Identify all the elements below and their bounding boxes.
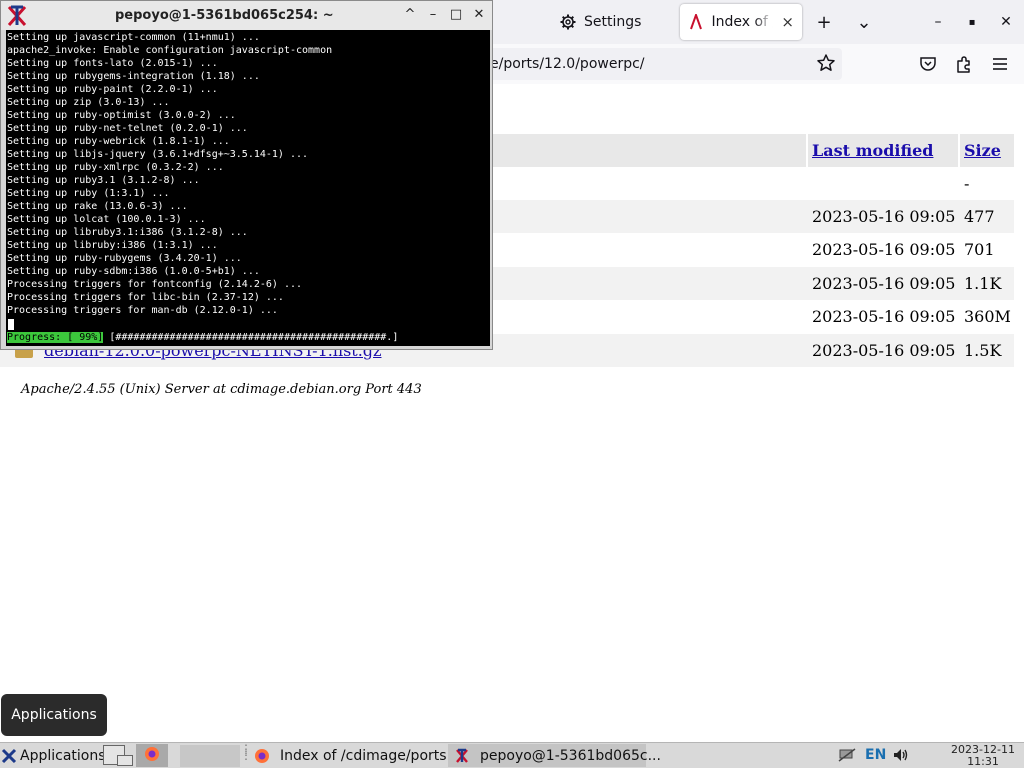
tab-settings-label: Settings (584, 14, 642, 30)
terminal-cursor (8, 319, 14, 330)
terminal-shade-button[interactable]: ^ (403, 7, 417, 23)
xterm-logo-icon (454, 748, 470, 764)
xterm-logo-icon[interactable] (5, 4, 29, 28)
terminal-output: Setting up javascript-common (11+nmu1) .… (7, 31, 332, 317)
window-maximize-button[interactable]: ▪ (960, 10, 984, 34)
menu-icon[interactable] (990, 54, 1010, 74)
row-modified: 2023-05-16 09:05 (812, 307, 956, 326)
terminal-line: Setting up javascript-common (11+nmu1) .… (7, 32, 260, 43)
task-browser-label: Index of /cdimage/ports... (280, 747, 460, 764)
xfce-logo-icon (1, 748, 17, 764)
apt-progress-line: Progress: [ 99%] [######################… (7, 331, 398, 344)
terminal-close-button[interactable]: ✕ (472, 7, 486, 23)
row-size: 1.5K (964, 341, 1002, 360)
sort-size-link[interactable]: Size (964, 141, 1001, 160)
workspace-2[interactable] (117, 755, 133, 766)
firefox-icon (254, 748, 270, 764)
terminal-screen[interactable]: Setting up javascript-common (11+nmu1) .… (6, 30, 490, 346)
tab-active-label: Index of /cdimage/ports/12.0/powerpc/ (711, 14, 773, 30)
terminal-minimize-button[interactable]: – (426, 7, 440, 23)
url-text[interactable]: e/ports/12.0/powerpc/ (490, 56, 645, 72)
terminal-line: Setting up ruby (1:3.1) ... (7, 188, 170, 199)
window-minimize-button[interactable]: – (926, 10, 950, 34)
terminal-line: apache2_invoke: Enable configuration jav… (7, 45, 333, 56)
terminal-line: Setting up ruby-optimist (3.0.0-2) ... (7, 110, 236, 121)
row-modified: 2023-05-16 09:05 (812, 240, 956, 259)
row-size: - (964, 174, 970, 193)
extensions-icon[interactable] (954, 54, 974, 74)
url-bar[interactable]: e/ports/12.0/powerpc/ (440, 48, 842, 80)
terminal-line: Setting up libruby3.1:i386 (3.1.2-8) ... (7, 227, 248, 238)
network-icon[interactable] (838, 747, 856, 767)
terminal-maximize-button[interactable]: □ (449, 7, 463, 23)
server-signature: Apache/2.4.55 (Unix) Server at cdimage.d… (21, 382, 422, 397)
terminal-title: pepoyo@1-5361bd065c254: ~ (115, 8, 334, 23)
pocket-icon[interactable] (918, 54, 938, 74)
bookmark-star-icon[interactable] (816, 53, 836, 73)
terminal-line: Setting up lolcat (100.0.1-3) ... (7, 214, 206, 225)
terminal-line: Setting up libruby:i386 (1:3.1) ... (7, 240, 218, 251)
applications-menu-button[interactable]: Applications (1, 744, 106, 767)
taskbar: Applications ⋮ ⋮ Index of /cdimage/ports.… (0, 742, 1024, 768)
applications-label: Applications (20, 747, 106, 764)
terminal-line: Setting up libjs-jquery (3.6.1+dfsg+~3.5… (7, 149, 309, 160)
row-modified: 2023-05-16 09:05 (812, 207, 956, 226)
list-tabs-button[interactable]: ⌄ (852, 10, 876, 34)
task-terminal[interactable]: pepoyo@1-5361bd065c... (448, 744, 661, 767)
gear-icon (560, 14, 576, 30)
terminal-line: Setting up ruby-paint (2.2.0-1) ... (7, 84, 218, 95)
window-close-button[interactable]: ✕ (994, 10, 1018, 34)
terminal-line: Setting up ruby-sdbm:i386 (1.0.0-5+b1) .… (7, 266, 260, 277)
terminal-line: Setting up zip (3.0-13) ... (7, 97, 170, 108)
tab-close-icon[interactable]: × (781, 13, 794, 31)
terminal-line: Setting up ruby-rubygems (3.4.20-1) ... (7, 253, 242, 264)
terminal-line: Processing triggers for fontconfig (2.14… (7, 279, 303, 290)
tab-active[interactable]: Index of /cdimage/ports/12.0/powerpc/ × (680, 4, 802, 40)
row-size: 477 (964, 207, 995, 226)
terminal-line: Setting up ruby-xmlrpc (0.3.2-2) ... (7, 162, 224, 173)
debian-favicon-icon (688, 14, 703, 30)
terminal-titlebar[interactable]: pepoyo@1-5361bd065c254: ~ ^ – □ ✕ (1, 1, 492, 30)
terminal-line: Setting up rake (13.0.6-3) ... (7, 201, 188, 212)
row-size: 1.1K (964, 274, 1002, 293)
terminal-line: Setting up ruby-net-telnet (0.2.0-1) ... (7, 123, 248, 134)
drag-handle[interactable]: ⋮ ⋮ (240, 743, 252, 766)
clock[interactable]: 2023-12-11 11:31 (944, 744, 1022, 768)
row-size: 360M (964, 307, 1011, 326)
tab-settings[interactable]: Settings (552, 4, 670, 40)
header-size[interactable]: Size (964, 141, 1001, 160)
terminal-window[interactable]: pepoyo@1-5361bd065c254: ~ ^ – □ ✕ Settin… (0, 0, 493, 350)
task-terminal-label: pepoyo@1-5361bd065c... (480, 747, 661, 764)
sort-last-modified-link[interactable]: Last modified (812, 141, 933, 160)
volume-icon[interactable] (892, 747, 910, 767)
clock-time: 11:31 (967, 755, 999, 768)
terminal-line: Setting up ruby-webrick (1.8.1-1) ... (7, 136, 230, 147)
header-last-modified[interactable]: Last modified (812, 141, 933, 160)
firefox-icon (144, 746, 160, 766)
task-browser[interactable]: Index of /cdimage/ports... (248, 744, 460, 767)
terminal-line: Setting up ruby3.1 (3.1.2-8) ... (7, 175, 200, 186)
terminal-line: Processing triggers for libc-bin (2.37-1… (7, 292, 284, 303)
workspace-firefox[interactable] (136, 744, 168, 767)
terminal-line: Setting up rubygems-integration (1.18) .… (7, 71, 260, 82)
progress-label: Progress: [ 99%] (7, 332, 104, 343)
keyboard-layout-indicator[interactable]: EN (865, 747, 886, 763)
new-tab-button[interactable]: + (812, 10, 836, 34)
progress-bar: [#######################################… (103, 332, 399, 343)
applications-tooltip: Applications (1, 694, 107, 736)
row-modified: 2023-05-16 09:05 (812, 274, 956, 293)
terminal-line: Setting up fonts-lato (2.015-1) ... (7, 58, 218, 69)
terminal-line: Processing triggers for man-db (2.12.0-1… (7, 305, 278, 316)
row-size: 701 (964, 240, 995, 259)
row-modified: 2023-05-16 09:05 (812, 341, 956, 360)
